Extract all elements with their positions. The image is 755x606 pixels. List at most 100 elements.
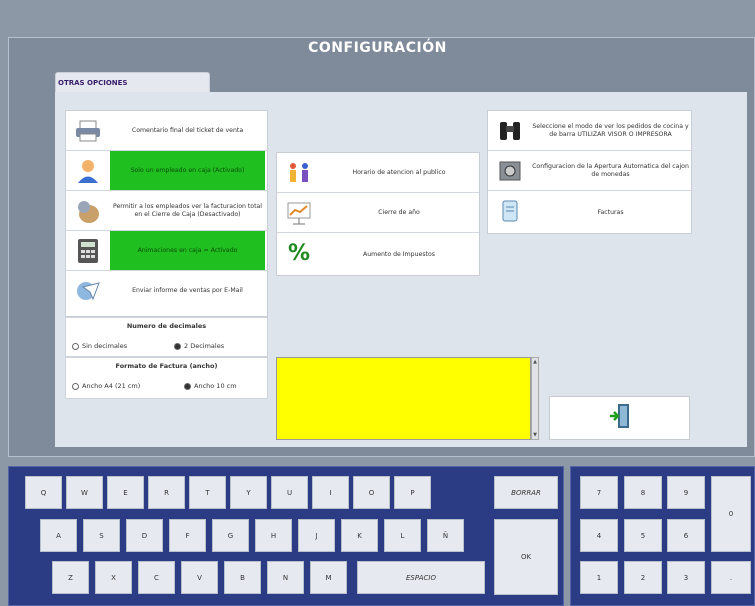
numpad-key-9[interactable]: 9 — [667, 476, 705, 509]
key-c[interactable]: C — [138, 561, 175, 594]
key-m[interactable]: M — [310, 561, 347, 594]
numpad-key-2[interactable]: 2 — [624, 561, 662, 594]
calculator-icon — [73, 237, 103, 265]
tab-label: OTRAS OPCIONES — [58, 79, 128, 87]
key-k[interactable]: K — [341, 519, 378, 552]
email-icon — [73, 277, 103, 305]
option-comentario-ticket[interactable]: Comentario final del ticket de venta — [66, 111, 267, 151]
option-label: Configuracion de la Apertura Automatica … — [532, 163, 689, 178]
numpad-key-3[interactable]: 3 — [667, 561, 705, 594]
option-solo-un-empleado[interactable]: Solo un empleado en caja (Activado) — [66, 151, 267, 191]
key-i[interactable]: I — [312, 476, 349, 509]
key-p[interactable]: P — [394, 476, 431, 509]
exit-door-icon — [609, 403, 631, 433]
key-b[interactable]: B — [224, 561, 261, 594]
numpad-key-1[interactable]: 1 — [580, 561, 618, 594]
cashier-person-icon — [73, 157, 103, 185]
key-t[interactable]: T — [189, 476, 226, 509]
option-horario-atencion[interactable]: Horario de atencion al publico — [277, 153, 479, 193]
key-w[interactable]: W — [66, 476, 103, 509]
safe-icon — [495, 157, 525, 185]
key-g[interactable]: G — [212, 519, 249, 552]
page-title: CONFIGURACIÓN — [308, 40, 447, 56]
key-j[interactable]: J — [298, 519, 335, 552]
middle-options-list: Horario de atencion al publico Cierre de… — [276, 152, 480, 276]
key-o[interactable]: O — [353, 476, 390, 509]
key-u[interactable]: U — [271, 476, 308, 509]
numpad-key-0[interactable]: 0 — [711, 476, 751, 552]
option-label: Permitir a los empleados ver la facturac… — [112, 203, 263, 218]
tab-otras-opciones[interactable]: OTRAS OPCIONES — [55, 72, 210, 94]
option-apertura-cajon[interactable]: Configuracion de la Apertura Automatica … — [488, 151, 691, 191]
numpad-key-5[interactable]: 5 — [624, 519, 662, 552]
radio-label: Sin decimales — [82, 342, 128, 350]
radio-circle — [72, 382, 79, 390]
numpad-key-8[interactable]: 8 — [624, 476, 662, 509]
option-cierre-anio[interactable]: Cierre de año — [277, 193, 479, 233]
option-label: Comentario final del ticket de venta — [131, 126, 244, 134]
option-label: Aumento de Impuestos — [363, 251, 435, 259]
option-facturacion-total[interactable]: Permitir a los empleados ver la facturac… — [66, 191, 267, 231]
space-key[interactable]: ESPACIO — [357, 561, 485, 594]
key-a[interactable]: A — [40, 519, 77, 552]
money-bag-icon — [73, 197, 103, 225]
invoice-format-heading: Formato de Factura (ancho) — [115, 362, 218, 370]
numpad-key-4[interactable]: 4 — [580, 519, 618, 552]
message-scrollbar[interactable]: ▲ ▼ — [531, 357, 539, 440]
key-q[interactable]: Q — [25, 476, 62, 509]
decimals-section: Numero de decimales Sin decimales 2 Deci… — [65, 317, 268, 357]
invoice-format-section: Formato de Factura (ancho) Ancho A4 (21 … — [65, 357, 268, 399]
option-label: Solo un empleado en caja (Activado) — [110, 151, 265, 190]
option-label: Animaciones en caja = Activado — [110, 231, 265, 270]
radio-label: 2 Decimales — [184, 342, 225, 350]
scroll-up-arrow-icon[interactable]: ▲ — [532, 359, 538, 365]
key-r[interactable]: R — [148, 476, 185, 509]
binoculars-icon — [495, 117, 525, 145]
key-e[interactable]: E — [107, 476, 144, 509]
key-f[interactable]: F — [169, 519, 206, 552]
people-clock-icon — [284, 159, 314, 187]
option-label: Horario de atencion al publico — [352, 168, 446, 176]
key-s[interactable]: S — [83, 519, 120, 552]
right-options-list: Seleccione el modo de ver los pedidos de… — [487, 110, 692, 234]
radio-circle — [184, 382, 191, 390]
key-enye[interactable]: Ñ — [427, 519, 464, 552]
radio-ancho-10cm[interactable]: Ancho 10 cm — [184, 382, 237, 390]
chart-board-icon — [284, 199, 314, 227]
radio-label: Ancho 10 cm — [194, 382, 237, 390]
invoice-icon — [495, 197, 525, 225]
option-animaciones-caja[interactable]: Animaciones en caja = Activado — [66, 231, 267, 271]
delete-key[interactable]: BORRAR — [494, 476, 558, 509]
percent-icon: % — [287, 240, 311, 266]
radio-circle — [174, 342, 181, 350]
exit-button[interactable] — [549, 396, 690, 440]
decimals-heading: Numero de decimales — [126, 322, 207, 330]
radio-sin-decimales[interactable]: Sin decimales — [72, 342, 127, 350]
printer-icon — [73, 117, 103, 145]
option-facturas[interactable]: Facturas — [488, 191, 691, 235]
numpad-key-6[interactable]: 6 — [667, 519, 705, 552]
ok-key[interactable]: OK — [494, 519, 558, 595]
key-n[interactable]: N — [267, 561, 304, 594]
radio-circle — [72, 342, 79, 350]
key-x[interactable]: X — [95, 561, 132, 594]
option-enviar-email[interactable]: Enviar informe de ventas por E-Mail — [66, 271, 267, 311]
left-options-list: Comentario final del ticket de venta Sol… — [65, 110, 268, 317]
key-h[interactable]: H — [255, 519, 292, 552]
numpad-key-7[interactable]: 7 — [580, 476, 618, 509]
key-d[interactable]: D — [126, 519, 163, 552]
key-y[interactable]: Y — [230, 476, 267, 509]
radio-ancho-a4[interactable]: Ancho A4 (21 cm) — [72, 382, 140, 390]
key-z[interactable]: Z — [52, 561, 89, 594]
option-label: Facturas — [597, 209, 624, 217]
scroll-down-arrow-icon[interactable]: ▼ — [532, 432, 538, 438]
message-textarea[interactable] — [276, 357, 531, 440]
radio-2-decimales[interactable]: 2 Decimales — [174, 342, 224, 350]
key-l[interactable]: L — [384, 519, 421, 552]
numpad-key-dot[interactable]: . — [711, 561, 751, 594]
radio-label: Ancho A4 (21 cm) — [82, 382, 141, 390]
key-v[interactable]: V — [181, 561, 218, 594]
option-aumento-impuestos[interactable]: % Aumento de Impuestos — [277, 233, 479, 277]
option-modo-pedidos[interactable]: Seleccione el modo de ver los pedidos de… — [488, 111, 691, 151]
option-label: Seleccione el modo de ver los pedidos de… — [532, 123, 689, 138]
